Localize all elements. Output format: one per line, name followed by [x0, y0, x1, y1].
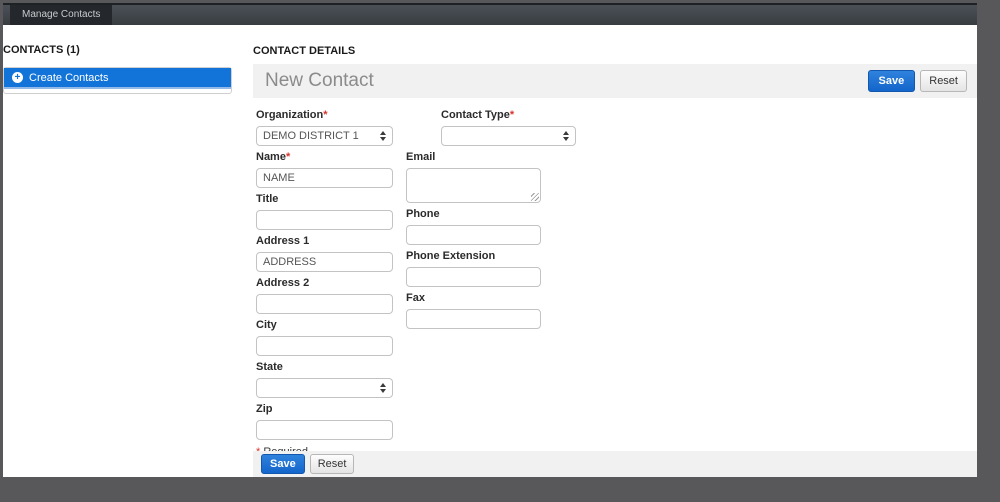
address-2-label: Address 2: [256, 278, 393, 289]
organization-label: Organization*: [256, 110, 393, 121]
save-button-footer[interactable]: Save: [261, 454, 305, 474]
address-1-label: Address 1: [256, 236, 393, 247]
city-label: City: [256, 320, 393, 331]
zip-group: Zip: [256, 404, 393, 440]
city-input[interactable]: [256, 336, 393, 356]
form-column-right: Contact Type*EmailPhonePhone ExtensionFa…: [406, 110, 541, 335]
fax-input[interactable]: [406, 309, 541, 329]
sidebar-item-label: Create Contacts: [29, 72, 108, 84]
panel-heading: CONTACT DETAILS: [253, 46, 977, 57]
email-label: Email: [406, 152, 541, 163]
required-asterisk: *: [286, 151, 290, 163]
phone-group: Phone: [406, 209, 541, 245]
sidebar: CONTACTS (1) + Create Contacts: [3, 25, 250, 477]
form-column-left: Organization* DEMO DISTRICT 1 Name* Title Ad…: [256, 110, 393, 458]
organization-select-wrap: DEMO DISTRICT 1: [256, 126, 393, 146]
contact-type-group: Contact Type*: [441, 110, 576, 146]
phone-label: Phone: [406, 209, 541, 220]
top-navbar: Manage Contacts: [3, 3, 977, 25]
plus-circle-icon: +: [12, 72, 23, 83]
sidebar-list: + Create Contacts: [3, 67, 232, 94]
contact-type-select[interactable]: [441, 126, 576, 146]
panel-titlebar: New Contact Save Reset: [253, 64, 977, 98]
required-asterisk: *: [510, 109, 514, 121]
state-select[interactable]: [256, 378, 393, 398]
titlebar-buttons: Save Reset: [868, 70, 967, 92]
name-input[interactable]: [256, 168, 393, 188]
reset-button[interactable]: Reset: [920, 70, 967, 92]
title-group: Title: [256, 194, 393, 230]
save-button[interactable]: Save: [868, 70, 916, 92]
organization-group: Organization* DEMO DISTRICT 1: [256, 110, 393, 146]
contact-details-panel: CONTACT DETAILS New Contact Save Reset O…: [250, 25, 977, 477]
contact-type-label: Contact Type*: [441, 110, 576, 121]
organization-select[interactable]: DEMO DISTRICT 1: [256, 126, 393, 146]
form-footer-bar: Save Reset: [253, 451, 977, 477]
phone-input[interactable]: [406, 225, 541, 245]
sidebar-item-create-contacts[interactable]: + Create Contacts: [4, 68, 231, 89]
email-textarea[interactable]: [406, 168, 541, 203]
state-label: State: [256, 362, 393, 373]
state-group: State: [256, 362, 393, 398]
address-1-group: Address 1: [256, 236, 393, 272]
panel-title: New Contact: [265, 70, 374, 92]
fax-label: Fax: [406, 293, 541, 304]
name-group: Name*: [256, 152, 393, 188]
address-2-input[interactable]: [256, 294, 393, 314]
required-asterisk: *: [323, 109, 327, 121]
email-group: Email: [406, 152, 541, 203]
phone-extension-group: Phone Extension: [406, 251, 541, 287]
email-textarea-wrap: [406, 168, 541, 203]
tab-manage-contacts[interactable]: Manage Contacts: [10, 5, 112, 25]
name-label: Name*: [256, 152, 393, 163]
reset-button-footer[interactable]: Reset: [310, 454, 355, 474]
phone-extension-input[interactable]: [406, 267, 541, 287]
sidebar-heading: CONTACTS (1): [3, 45, 250, 56]
state-select-wrap: [256, 378, 393, 398]
title-input[interactable]: [256, 210, 393, 230]
address-2-group: Address 2: [256, 278, 393, 314]
address-1-input[interactable]: [256, 252, 393, 272]
zip-label: Zip: [256, 404, 393, 415]
zip-input[interactable]: [256, 420, 393, 440]
city-group: City: [256, 320, 393, 356]
app-window: Manage Contacts CONTACTS (1) + Create Con…: [3, 3, 977, 477]
fax-group: Fax: [406, 293, 541, 329]
phone-extension-label: Phone Extension: [406, 251, 541, 262]
title-label: Title: [256, 194, 393, 205]
contact-type-select-wrap: [441, 126, 576, 146]
